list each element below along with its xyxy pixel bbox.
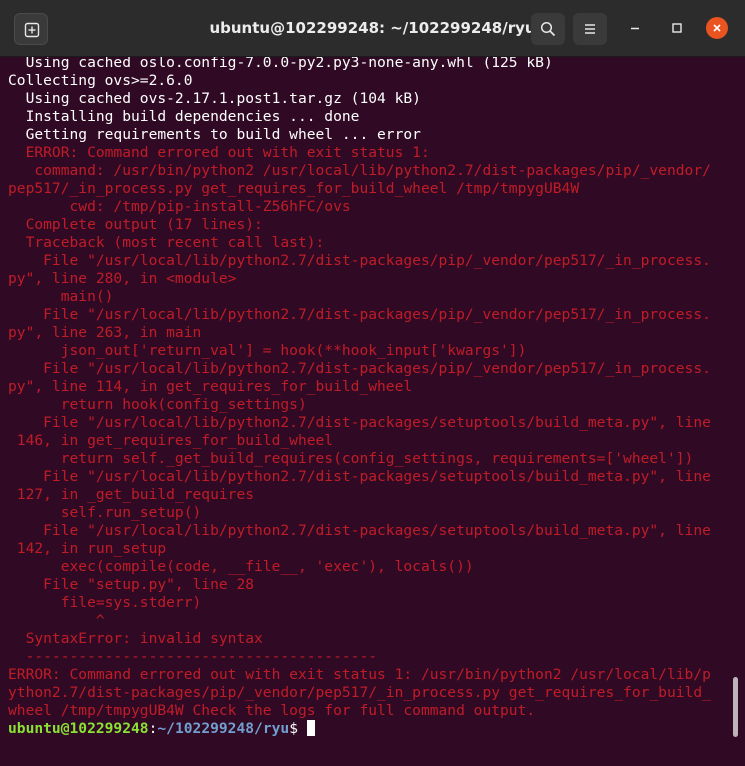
- terminal-line: File "/usr/local/lib/python2.7/dist-pack…: [8, 522, 711, 539]
- terminal-line: py", line 263, in main: [8, 324, 202, 341]
- terminal-line: file=sys.stderr): [8, 594, 202, 611]
- text-cursor: [306, 720, 315, 736]
- prompt-symbol: $: [289, 720, 307, 737]
- terminal-line: Installing build dependencies ... done: [8, 108, 360, 125]
- terminal-line: ----------------------------------------: [8, 648, 378, 665]
- terminal-line: main(): [8, 288, 114, 305]
- menu-button[interactable]: [573, 13, 607, 45]
- terminal-line: exec(compile(code, __file__, 'exec'), lo…: [8, 558, 474, 575]
- new-tab-button[interactable]: [14, 13, 48, 45]
- terminal-line: Using cached oslo.config-7.0.0-py2.py3-n…: [8, 57, 553, 71]
- terminal-line: command: /usr/bin/python2 /usr/local/lib…: [8, 162, 711, 179]
- hamburger-menu-icon: [585, 24, 595, 34]
- header-bar: ubuntu@102299248: ~/102299248/ryu: [0, 0, 745, 57]
- scrollbar-thumb[interactable]: [733, 677, 738, 737]
- terminal-line: File "/usr/local/lib/python2.7/dist-pack…: [8, 414, 711, 431]
- terminal-line: File "setup.py", line 28: [8, 576, 255, 593]
- prompt-path: ~/102299248/ryu: [157, 720, 290, 737]
- terminal-line: Complete output (17 lines):: [8, 216, 263, 233]
- terminal-line: Traceback (most recent call last):: [8, 234, 325, 251]
- terminal-line: 146, in get_requires_for_build_wheel: [8, 432, 334, 449]
- terminal-lines: Using cached oslo.config-7.0.0-py2.py3-n…: [8, 57, 711, 738]
- terminal-line: File "/usr/local/lib/python2.7/dist-pack…: [8, 468, 711, 485]
- maximize-icon: [672, 23, 682, 33]
- minimize-icon: [631, 27, 639, 30]
- shell-prompt-line: ubuntu@102299248:~/102299248/ryu$: [8, 720, 711, 738]
- prompt-user-host: ubuntu@102299248: [8, 720, 149, 737]
- terminal-line: Using cached ovs-2.17.1.post1.tar.gz (10…: [8, 90, 421, 107]
- terminal-line: Getting requirements to build wheel ... …: [8, 126, 421, 143]
- terminal-line: self.run_setup(): [8, 504, 202, 521]
- terminal-line: py", line 280, in <module>: [8, 270, 237, 287]
- terminal-line: json_out['return_val'] = hook(**hook_inp…: [8, 342, 527, 359]
- terminal-line: File "/usr/local/lib/python2.7/dist-pack…: [8, 252, 711, 269]
- terminal-line: 127, in _get_build_requires: [8, 486, 255, 503]
- terminal-output-area[interactable]: Using cached oslo.config-7.0.0-py2.py3-n…: [0, 57, 745, 766]
- terminal-line: py", line 114, in get_requires_for_build…: [8, 378, 413, 395]
- terminal-line: ERROR: Command errored out with exit sta…: [8, 666, 711, 683]
- terminal-line: SyntaxError: invalid syntax: [8, 630, 263, 647]
- terminal-line: ython2.7/dist-packages/pip/_vendor/pep51…: [8, 684, 711, 701]
- search-button[interactable]: [531, 13, 565, 45]
- close-button[interactable]: [706, 17, 728, 39]
- terminal-window: ubuntu@102299248: ~/102299248/ryu Using …: [0, 0, 745, 766]
- minimize-button[interactable]: [624, 17, 646, 39]
- terminal-line: wheel /tmp/tmpygUB4W Check the logs for …: [8, 702, 536, 719]
- maximize-button[interactable]: [666, 17, 688, 39]
- terminal-line: File "/usr/local/lib/python2.7/dist-pack…: [8, 360, 711, 377]
- terminal-line: return self._get_build_requires(config_s…: [8, 450, 694, 467]
- terminal-line: cwd: /tmp/pip-install-Z56hFC/ovs: [8, 198, 351, 215]
- terminal-line: 142, in run_setup: [8, 540, 167, 557]
- terminal-line: return hook(config_settings): [8, 396, 307, 413]
- close-icon: [713, 24, 721, 32]
- terminal-line: ^: [8, 612, 105, 629]
- search-icon: [540, 21, 556, 37]
- new-tab-icon: [24, 22, 40, 38]
- terminal-line: Collecting ovs>=2.6.0: [8, 72, 193, 89]
- terminal-line: pep517/_in_process.py get_requires_for_b…: [8, 180, 580, 197]
- terminal-line: ERROR: Command errored out with exit sta…: [8, 144, 430, 161]
- terminal-line: File "/usr/local/lib/python2.7/dist-pack…: [8, 306, 711, 323]
